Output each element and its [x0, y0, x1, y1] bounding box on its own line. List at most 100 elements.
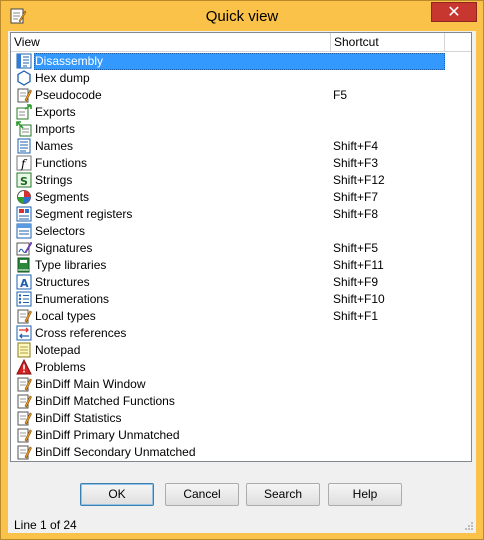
status-line: Line 1 of 24	[14, 518, 77, 532]
list-item[interactable]: Cross references	[11, 325, 445, 342]
list-item-label: BinDiff Main Window	[35, 377, 146, 391]
list-item-label: Local types	[35, 309, 96, 323]
list-item-label: Notepad	[35, 343, 81, 357]
list-item[interactable]: Selectors	[11, 223, 445, 240]
list-item[interactable]: Problems	[11, 359, 445, 376]
list-item-shortcut: Shift+F9	[333, 275, 379, 289]
list-item-label: Strings	[35, 173, 73, 187]
hex-dump-icon	[17, 70, 31, 86]
list-item-label: BinDiff Secondary Unmatched	[35, 445, 196, 459]
list-item-label: Cross references	[35, 326, 127, 340]
dialog-body: View Shortcut Disassembly Hex dump Pseudoc…	[8, 31, 476, 533]
list-item[interactable]: Hex dump	[11, 70, 445, 87]
list-item[interactable]: A Structures Shift+F9	[11, 274, 445, 291]
list-item-label: Pseudocode	[35, 88, 102, 102]
bindiff-icon	[17, 411, 32, 426]
list-item[interactable]: BinDiff Main Window	[11, 376, 445, 393]
list-item-label: BinDiff Primary Unmatched	[35, 428, 180, 442]
list-item-shortcut: Shift+F10	[333, 292, 385, 306]
list-item[interactable]: Signatures Shift+F5	[11, 240, 445, 257]
ok-button[interactable]: OK	[80, 483, 154, 506]
strings-icon: S	[16, 172, 32, 188]
list-item[interactable]: BinDiff Matched Functions	[11, 393, 445, 410]
list-item-shortcut: Shift+F5	[333, 241, 379, 255]
problems-icon	[16, 359, 32, 375]
list-item[interactable]: Exports	[11, 104, 445, 121]
list-item-label: Segments	[35, 190, 90, 204]
disassembly-icon	[16, 53, 32, 69]
list-item-shortcut: Shift+F8	[333, 207, 379, 221]
title-bar[interactable]: Quick view ✕	[1, 1, 483, 31]
list-item[interactable]: S Strings Shift+F12	[11, 172, 445, 189]
segments-icon	[17, 190, 31, 204]
quick-view-window: Quick view ✕ View Shortcut Disassembly He…	[0, 0, 484, 540]
list-item-label: Enumerations	[35, 292, 110, 306]
list-item-label: BinDiff Statistics	[35, 411, 122, 425]
local-types-icon	[17, 309, 32, 324]
list-item-shortcut: Shift+F3	[333, 156, 379, 170]
list-rows: Disassembly Hex dump Pseudocode F5 Exports Im…	[11, 53, 471, 461]
list-item[interactable]: Type libraries Shift+F11	[11, 257, 445, 274]
enumerations-icon	[16, 291, 32, 307]
list-item-label: Functions	[35, 156, 88, 170]
svg-text:S: S	[20, 175, 28, 188]
bindiff-icon	[17, 377, 32, 392]
list-item-label: BinDiff Matched Functions	[35, 394, 175, 408]
list-item-label: Type libraries	[35, 258, 107, 272]
names-icon	[17, 138, 31, 154]
list-item-label: Imports	[35, 122, 76, 136]
list-item-label: Selectors	[35, 224, 86, 238]
bindiff-icon	[17, 428, 32, 443]
column-header-view[interactable]: View	[11, 33, 331, 52]
list-item[interactable]: BinDiff Statistics	[11, 410, 445, 427]
list-item-label: Names	[35, 139, 74, 153]
structures-icon: A	[16, 274, 32, 290]
list-item-shortcut: Shift+F11	[333, 258, 384, 272]
list-item-shortcut: Shift+F4	[333, 139, 379, 153]
button-bar: OK Cancel Search Help	[8, 483, 476, 507]
list-item-label: Problems	[35, 360, 86, 374]
list-item[interactable]: Enumerations Shift+F10	[11, 291, 445, 308]
list-item-shortcut: Shift+F7	[333, 190, 379, 204]
signatures-icon	[16, 241, 32, 256]
notepad-icon	[17, 342, 31, 358]
list-item[interactable]: Imports	[11, 121, 445, 138]
column-header-shortcut[interactable]: Shortcut	[331, 33, 445, 52]
list-item[interactable]: Local types Shift+F1	[11, 308, 445, 325]
list-item[interactable]: f Functions Shift+F3	[11, 155, 445, 172]
list-item[interactable]: Segment registers Shift+F8	[11, 206, 445, 223]
list-item-label: Segment registers	[35, 207, 133, 221]
list-item[interactable]: Names Shift+F4	[11, 138, 445, 155]
list-item-shortcut: Shift+F1	[333, 309, 379, 323]
cancel-button[interactable]: Cancel	[165, 483, 239, 506]
bindiff-icon	[17, 445, 32, 460]
list-item-shortcut: F5	[333, 88, 348, 102]
list-header: View Shortcut	[11, 33, 471, 52]
list-item[interactable]: BinDiff Primary Unmatched	[11, 427, 445, 444]
list-item[interactable]: Disassembly	[11, 53, 445, 70]
list-item[interactable]: Pseudocode F5	[11, 87, 445, 104]
type-libraries-icon	[17, 257, 30, 273]
pseudocode-icon	[17, 88, 32, 103]
functions-icon: f	[16, 155, 32, 171]
list-item-shortcut: Shift+F12	[333, 173, 385, 187]
list-item[interactable]: Notepad	[11, 342, 445, 359]
list-item-label: Hex dump	[35, 71, 90, 85]
search-button[interactable]: Search	[246, 483, 320, 506]
segment-registers-icon	[16, 206, 32, 222]
help-button[interactable]: Help	[328, 483, 402, 506]
list-item-label: Structures	[35, 275, 90, 289]
list-item-label: Exports	[35, 105, 76, 119]
window-title: Quick view	[205, 8, 279, 25]
exports-icon	[16, 104, 32, 120]
list-item-label: Disassembly	[35, 54, 104, 68]
close-button[interactable]: ✕	[431, 2, 477, 22]
list-item[interactable]: BinDiff Secondary Unmatched	[11, 444, 445, 461]
resize-grip-icon[interactable]	[464, 521, 474, 531]
cross-references-icon	[16, 325, 32, 341]
view-list[interactable]: View Shortcut Disassembly Hex dump Pseudoc…	[10, 32, 472, 462]
svg-text:A: A	[20, 277, 29, 290]
selectors-icon	[16, 223, 32, 239]
imports-icon	[16, 121, 32, 137]
list-item[interactable]: Segments Shift+F7	[11, 189, 445, 206]
